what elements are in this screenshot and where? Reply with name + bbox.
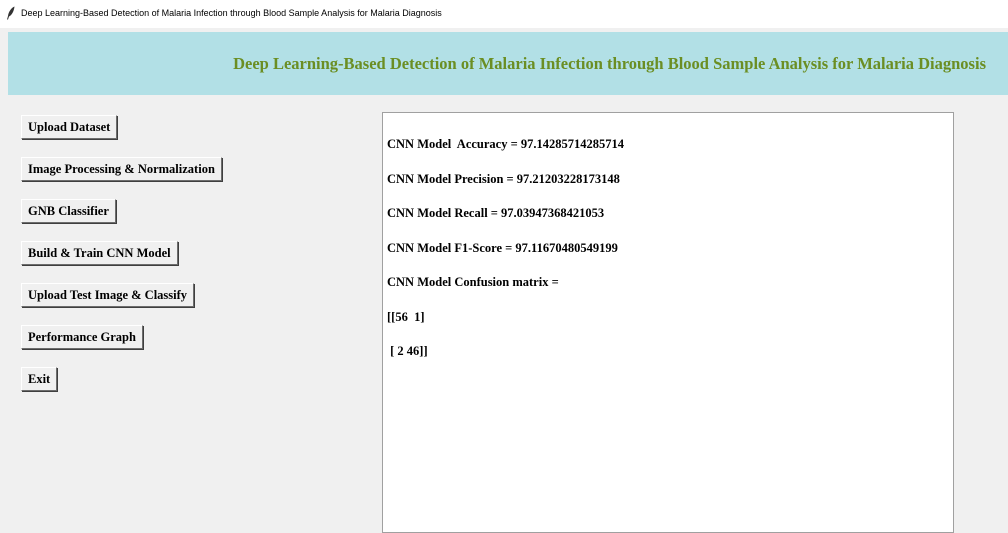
- output-line: CNN Model Confusion matrix =: [387, 275, 559, 289]
- exit-button[interactable]: Exit: [21, 367, 58, 391]
- upload-test-image-button[interactable]: Upload Test Image & Classify: [21, 283, 195, 307]
- app-heading: Deep Learning-Based Detection of Malaria…: [233, 54, 986, 73]
- upload-dataset-button[interactable]: Upload Dataset: [21, 115, 118, 139]
- performance-graph-button[interactable]: Performance Graph: [21, 325, 143, 349]
- output-line: [[56 1]: [387, 309, 425, 324]
- app-header: Deep Learning-Based Detection of Malaria…: [8, 32, 1008, 95]
- build-train-cnn-button[interactable]: Build & Train CNN Model: [21, 241, 178, 265]
- output-line: CNN Model Accuracy = 97.14285714285714: [387, 137, 624, 151]
- output-line: [ 2 46]]: [387, 344, 428, 358]
- output-line: CNN Model F1-Score = 97.11670480549199: [387, 240, 618, 255]
- image-processing-button[interactable]: Image Processing & Normalization: [21, 157, 222, 181]
- gnb-classifier-button[interactable]: GNB Classifier: [21, 199, 116, 223]
- window-title: Deep Learning-Based Detection of Malaria…: [21, 8, 442, 18]
- output-text-area[interactable]: CNN Model Accuracy = 97.14285714285714 C…: [382, 112, 954, 533]
- feather-icon: [7, 6, 15, 20]
- output-line: CNN Model Recall = 97.03947368421053: [387, 206, 605, 220]
- title-bar: Deep Learning-Based Detection of Malaria…: [0, 0, 1008, 28]
- output-line: CNN Model Precision = 97.21203228173148: [387, 171, 620, 186]
